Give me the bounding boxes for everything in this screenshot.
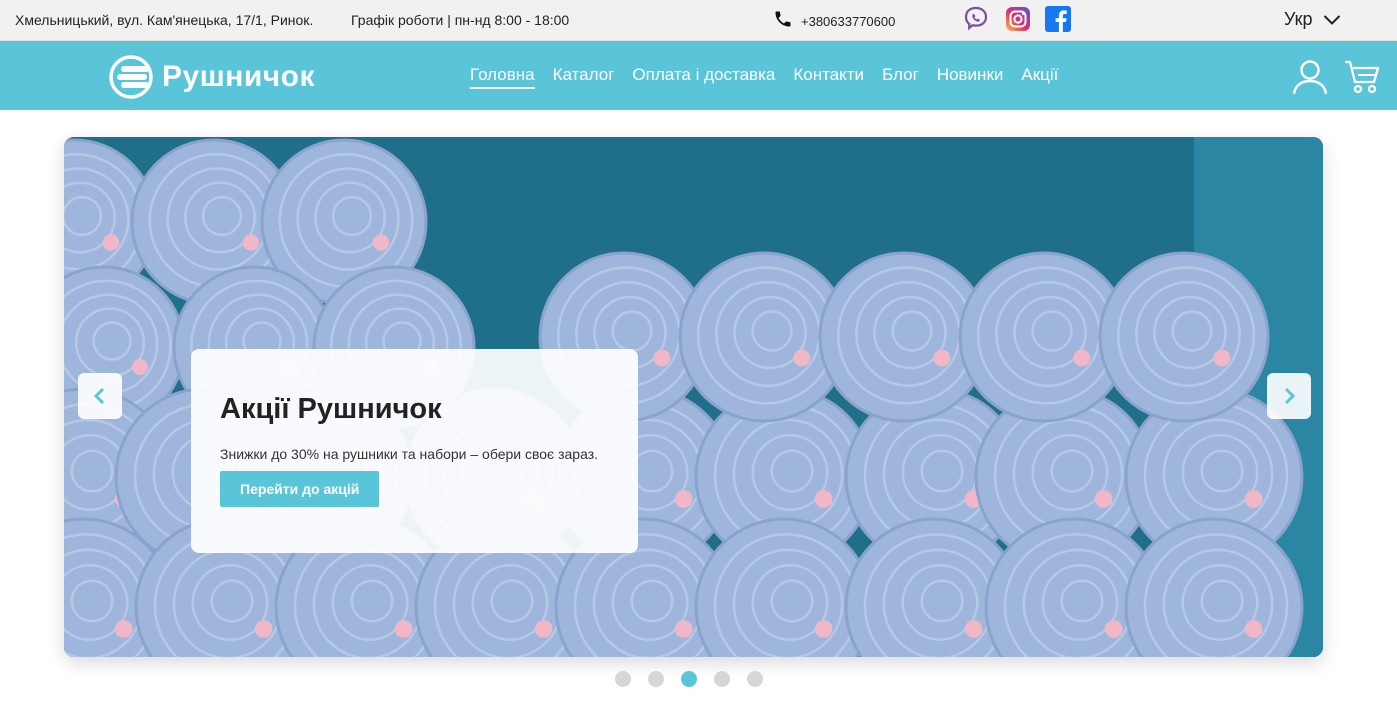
language-label: Укр	[1284, 9, 1313, 29]
nav-item-new[interactable]: Новинки	[937, 65, 1004, 89]
slider-next-button[interactable]	[1267, 373, 1311, 419]
slider-dots	[615, 671, 763, 687]
logo-text: Рушничок	[162, 60, 316, 93]
nav-item-contacts[interactable]: Контакти	[793, 65, 864, 89]
working-hours: Графік роботи | пн-нд 8:00 - 18:00	[351, 12, 570, 28]
phone-link[interactable]: +380633770600	[773, 9, 895, 29]
instagram-icon	[1006, 7, 1030, 31]
chevron-right-icon	[1284, 387, 1296, 405]
promo-card: Акції Рушничок Знижки до 30% на рушники …	[191, 349, 638, 553]
facebook-icon	[1045, 6, 1071, 32]
slider-dot[interactable]	[681, 671, 697, 687]
phone-number: +380633770600	[801, 13, 896, 29]
towel-logo-icon	[109, 55, 153, 99]
go-to-sales-button[interactable]: Перейти до акцій	[220, 471, 380, 507]
main-header: Рушничок Головна Каталог Оплата і достав…	[0, 41, 1397, 110]
top-info-bar: Хмельницький, вул. Кам'янецька, 17/1, Ри…	[0, 0, 1397, 41]
slider-dot[interactable]	[648, 671, 664, 687]
hero-slider: Акції Рушничок Знижки до 30% на рушники …	[64, 137, 1323, 657]
viber-link[interactable]	[963, 6, 989, 32]
store-address: Хмельницький, вул. Кам'янецька, 17/1, Ри…	[15, 12, 314, 28]
slider-dot[interactable]	[747, 671, 763, 687]
site-logo[interactable]: Рушничок	[108, 54, 315, 100]
language-selector[interactable]: Укр	[1284, 9, 1341, 30]
nav-item-catalog[interactable]: Каталог	[553, 65, 615, 89]
nav-item-blog[interactable]: Блог	[882, 65, 919, 89]
facebook-link[interactable]	[1045, 6, 1071, 32]
slider-dot[interactable]	[615, 671, 631, 687]
nav-item-sales[interactable]: Акції	[1021, 65, 1058, 89]
slider-prev-button[interactable]	[78, 373, 122, 419]
promo-text: Знижки до 30% на рушники та набори – обе…	[220, 446, 598, 462]
instagram-link[interactable]	[1005, 6, 1031, 32]
nav-item-home[interactable]: Головна	[470, 65, 535, 89]
slider-dot[interactable]	[714, 671, 730, 687]
user-icon	[1292, 60, 1328, 95]
nav-item-payment-delivery[interactable]: Оплата і доставка	[632, 65, 775, 89]
viber-icon	[964, 6, 988, 31]
main-nav: Головна Каталог Оплата і доставка Контак…	[470, 65, 1058, 89]
promo-title: Акції Рушничок	[220, 393, 442, 425]
phone-icon	[775, 11, 791, 27]
chevron-down-icon	[1323, 14, 1340, 25]
cart-icon	[1345, 60, 1380, 94]
cart-button[interactable]	[1344, 58, 1382, 96]
account-button[interactable]	[1291, 58, 1329, 96]
chevron-left-icon	[93, 387, 105, 405]
